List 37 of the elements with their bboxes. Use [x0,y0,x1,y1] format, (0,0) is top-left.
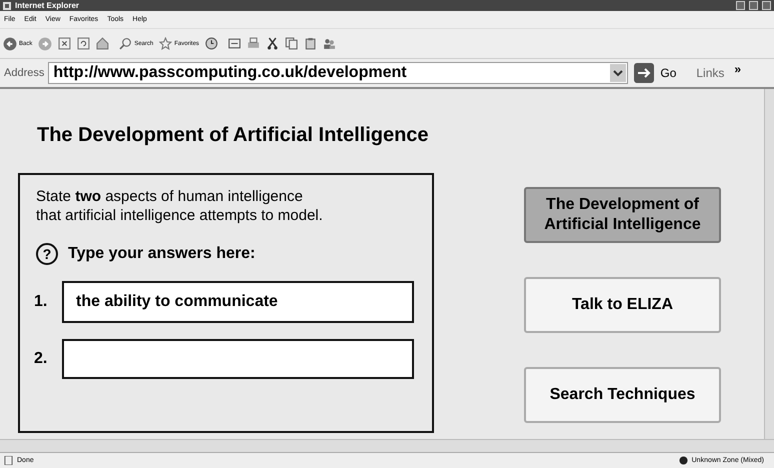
cut-icon[interactable] [266,37,280,50]
page-heading: The Development of Artificial Intelligence [37,124,430,147]
nav-button[interactable]: Search Techniques [524,367,721,423]
more-links-button[interactable]: » [734,62,742,76]
answer-field[interactable]: the ability to communicate [62,281,414,323]
answer-prompt: Type your answers here: [68,245,256,263]
vertical-scrollbar[interactable] [764,89,774,439]
stop-icon[interactable] [58,37,72,50]
help-icon[interactable]: ? [36,243,58,265]
page-icon [4,456,13,465]
answer-number: 1. [34,293,48,311]
dropdown-icon[interactable] [610,64,626,82]
print-icon[interactable] [247,37,260,50]
paste-icon[interactable] [304,37,318,50]
address-label: Address [4,67,44,79]
maximize-button[interactable] [749,1,758,10]
question-text: State two aspects of human intelligence that artificial intelligence attempts to model. [36,187,324,225]
horizontal-scrollbar[interactable] [0,439,774,452]
window-title: Internet Explorer [15,1,80,10]
copy-icon[interactable] [285,37,298,50]
home-icon[interactable] [96,37,110,50]
back-icon[interactable] [3,36,17,50]
nav-button[interactable]: Talk to ELIZA [524,277,721,333]
address-field[interactable]: http://www.passcomputing.co.uk/development [48,62,628,84]
go-button[interactable]: Go [660,66,676,80]
nav-button[interactable]: The Development of Artificial Intelligence [524,187,721,243]
refresh-icon[interactable] [77,37,90,50]
mail-icon[interactable] [228,37,242,50]
answer-field[interactable] [62,339,414,379]
links-label[interactable]: Links [696,66,724,80]
close-button[interactable] [762,1,771,10]
search-icon[interactable] [119,37,132,50]
minimize-button[interactable] [736,1,745,10]
history-icon[interactable] [205,37,218,50]
answer-number: 2. [34,350,48,368]
star-icon[interactable] [159,37,172,50]
people-icon[interactable] [323,37,336,50]
